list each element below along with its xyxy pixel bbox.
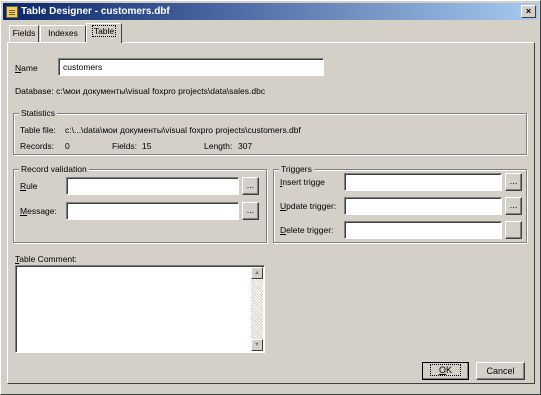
delete-trigger-builder-button[interactable] <box>505 221 522 239</box>
insert-trigger-label: Insert trigge <box>280 177 325 187</box>
delete-trigger-field[interactable] <box>344 221 502 239</box>
record-validation-title: Record validation <box>19 163 89 175</box>
window-title: Table Designer - customers.dbf <box>21 6 170 17</box>
tab-table-label: Table <box>91 25 117 37</box>
message-label: Message: <box>20 206 57 216</box>
table-file-label: Table file: <box>20 125 56 135</box>
ok-button[interactable]: OK <box>422 362 469 380</box>
tab-indexes-label: Indexes <box>48 28 78 38</box>
tab-fields-label: Fields <box>12 28 36 38</box>
update-trigger-field[interactable] <box>344 197 502 215</box>
insert-trigger-builder-button[interactable]: ... <box>505 173 522 191</box>
length-value: 307 <box>238 141 253 151</box>
title-bar[interactable]: Table Designer - customers.dbf × <box>3 3 538 20</box>
table-comment-label: Table Comment: <box>15 254 77 264</box>
scroll-up-arrow-icon[interactable]: ▲ <box>251 267 263 279</box>
table-designer-window: Table Designer - customers.dbf × Fields … <box>0 0 541 395</box>
close-button[interactable]: × <box>521 5 536 18</box>
cancel-button[interactable]: Cancel <box>476 362 525 380</box>
length-label: Length: <box>204 141 233 151</box>
table-icon <box>6 5 18 18</box>
name-field[interactable]: customers <box>58 58 324 76</box>
insert-trigger-field[interactable] <box>344 173 502 191</box>
statistics-title: Statistics <box>19 107 58 119</box>
delete-trigger-label: Delete trigger: <box>280 225 334 235</box>
triggers-title: Triggers <box>279 163 314 175</box>
update-trigger-label: Update trigger: <box>280 201 337 211</box>
ok-button-label: OK <box>429 364 462 376</box>
update-trigger-builder-button[interactable]: ... <box>505 197 522 215</box>
tab-indexes[interactable]: Indexes <box>40 25 86 42</box>
comment-scrollbar[interactable]: ▲ ▼ <box>251 267 263 351</box>
rule-label: Rule <box>20 181 38 191</box>
rule-field[interactable] <box>66 177 239 195</box>
fields-value: 15 <box>142 141 152 151</box>
message-builder-button[interactable]: ... <box>242 202 259 220</box>
tab-table[interactable]: Table <box>86 23 122 43</box>
database-path: Database: c:\мои документы\visual foxpro… <box>15 86 266 96</box>
name-label: Name <box>15 63 38 73</box>
fields-label: Fields: <box>112 141 138 151</box>
table-file-value: c:\...\data\мои документы\visual foxpro … <box>65 125 301 135</box>
records-label: Records: <box>20 141 55 151</box>
scroll-down-arrow-icon[interactable]: ▼ <box>251 339 263 351</box>
records-value: 0 <box>65 141 70 151</box>
rule-builder-button[interactable]: ... <box>242 177 259 195</box>
tab-fields[interactable]: Fields <box>9 25 39 42</box>
message-field[interactable] <box>66 202 239 220</box>
table-comment-textarea[interactable]: ▲ ▼ <box>15 265 265 353</box>
